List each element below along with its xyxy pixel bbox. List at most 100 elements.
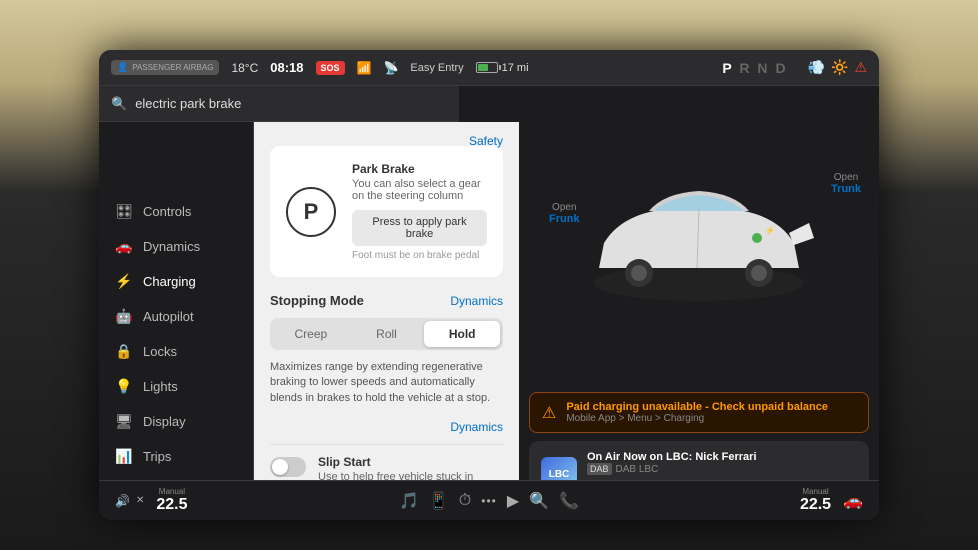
car-taskbar-icon[interactable]: 🚗	[843, 491, 863, 511]
locks-icon: 🔒	[115, 343, 133, 360]
battery-icon	[476, 62, 498, 73]
notification-description: Mobile App > Menu > Charging	[566, 413, 828, 424]
sidebar: 🎛 Controls 🚗 Dynamics ⚡ Charging 🤖 Autop…	[99, 122, 254, 516]
sidebar-item-lights[interactable]: 💡 Lights	[99, 369, 253, 404]
phone-taskbar-icon[interactable]: 📞	[559, 491, 579, 511]
toggle-knob	[272, 459, 288, 475]
icon-heat: 🔆	[831, 59, 848, 76]
stopping-mode-description: Maximizes range by extending regenerativ…	[270, 360, 503, 406]
easy-entry-label: Easy Entry	[410, 62, 463, 74]
slip-start-toggle[interactable]	[270, 457, 306, 477]
sidebar-item-charging[interactable]: ⚡ Charging	[99, 264, 253, 299]
park-brake-card: P Park Brake You can also select a gear …	[270, 146, 503, 277]
right-panel: Open Frunk Open Trunk	[519, 122, 879, 516]
bluetooth-icon: 📶	[357, 61, 372, 75]
park-icon-letter: P	[304, 199, 319, 225]
trunk-label: Trunk	[831, 183, 861, 195]
mode-hold[interactable]: Hold	[424, 321, 500, 347]
battery-fill	[478, 64, 489, 71]
search-input[interactable]	[135, 96, 447, 111]
taskbar-right: Manual 22.5 🚗	[595, 487, 863, 514]
dynamics-section-header: Dynamics	[270, 420, 503, 434]
slip-start-label: Slip Start	[318, 455, 503, 469]
music-title: On Air Now on LBC: Nick Ferrari	[587, 451, 857, 463]
sidebar-item-label-trips: Trips	[143, 449, 171, 464]
dynamics-link[interactable]: Dynamics	[450, 294, 503, 308]
mode-roll[interactable]: Roll	[349, 321, 425, 347]
park-brake-button[interactable]: Press to apply park brake	[352, 210, 487, 246]
main-screen: 👤 PASSENGER AIRBAG 18°C 08:18 SOS 📶 📡 Ea…	[99, 50, 879, 520]
park-brake-description: You can also select a gear on the steeri…	[352, 178, 487, 202]
safety-tag-link[interactable]: Safety	[469, 134, 503, 148]
volume-x: ✕	[136, 495, 144, 506]
mode-buttons: Creep Roll Hold	[270, 318, 503, 350]
dab-icon: DAB	[587, 463, 612, 475]
volume-control[interactable]: 🔊 ✕	[115, 494, 144, 508]
gear-r[interactable]: R	[739, 60, 751, 76]
car-svg: ⚡	[579, 183, 819, 323]
sidebar-item-label-dynamics: Dynamics	[143, 239, 200, 254]
display-icon: 🖥	[115, 413, 133, 430]
sidebar-item-label-locks: Locks	[143, 344, 177, 359]
music-taskbar-icon[interactable]: 🎵	[399, 491, 419, 511]
sidebar-item-controls[interactable]: 🎛 Controls	[99, 194, 253, 229]
taskbar-center: 🎵 📱 ⏱ ••• ▶ 🔍 📞	[399, 491, 579, 511]
taskbar: 🔊 ✕ Manual 22.5 🎵 📱 ⏱ ••• ▶ 🔍 📞 Manual 2…	[99, 480, 879, 520]
dynamics-link-2[interactable]: Dynamics	[450, 420, 503, 434]
passenger-airbag-icon: 👤	[117, 62, 128, 73]
right-temp-display[interactable]: Manual 22.5	[800, 487, 831, 514]
trips-icon: 📊	[115, 448, 133, 465]
volume-icon: 🔊	[115, 494, 130, 508]
sidebar-item-label-controls: Controls	[143, 204, 191, 219]
park-brake-icon: P	[286, 187, 336, 237]
icon-alert: ⚠	[854, 59, 867, 76]
gear-n[interactable]: N	[757, 60, 769, 76]
notification-title: Paid charging unavailable - Check unpaid…	[566, 401, 828, 413]
trunk-area[interactable]: Open Trunk	[831, 172, 861, 195]
icon-vent: 💨	[808, 59, 825, 76]
timer-taskbar-icon[interactable]: ⏱	[459, 492, 471, 510]
left-temp-label: Manual	[159, 487, 185, 496]
station-name: DAB LBC	[616, 464, 659, 475]
mode-creep[interactable]: Creep	[273, 321, 349, 347]
stopping-mode-title: Stopping Mode	[270, 293, 364, 308]
frunk-area[interactable]: Open Frunk	[549, 202, 580, 225]
left-temp-display[interactable]: Manual 22.5	[156, 487, 187, 514]
range-display: 17 mi	[502, 62, 529, 74]
park-brake-info: Park Brake You can also select a gear on…	[352, 162, 487, 261]
lights-icon: 💡	[115, 378, 133, 395]
passenger-airbag-badge: 👤 PASSENGER AIRBAG	[111, 60, 219, 75]
media-taskbar-icon[interactable]: ▶	[507, 491, 519, 511]
car-view: Open Frunk Open Trunk	[519, 122, 879, 384]
sidebar-item-display[interactable]: 🖥 Display	[99, 404, 253, 439]
svg-text:⚡: ⚡	[765, 225, 775, 235]
more-taskbar-icon[interactable]: •••	[481, 494, 497, 508]
trunk-open-label: Open	[831, 172, 861, 183]
camera-taskbar-icon[interactable]: 🔍	[529, 491, 549, 511]
sidebar-item-locks[interactable]: 🔒 Locks	[99, 334, 253, 369]
warning-icon: ⚠	[542, 403, 556, 423]
park-brake-title: Park Brake	[352, 162, 487, 176]
charging-icon: ⚡	[115, 273, 133, 290]
gear-p[interactable]: P	[722, 60, 733, 76]
sidebar-item-dynamics[interactable]: 🚗 Dynamics	[99, 229, 253, 264]
time-display: 08:18	[270, 60, 303, 75]
sidebar-item-label-charging: Charging	[143, 274, 196, 289]
right-temp-label: Manual	[802, 487, 828, 496]
search-bar[interactable]: 🔍	[99, 86, 459, 122]
sos-button[interactable]: SOS	[316, 61, 345, 75]
search-icon: 🔍	[111, 96, 127, 112]
controls-icon: 🎛	[115, 203, 133, 220]
content-panel: Safety P Park Brake You can also select …	[254, 122, 519, 516]
sidebar-item-label-display: Display	[143, 414, 186, 429]
sidebar-item-trips[interactable]: 📊 Trips	[99, 439, 253, 474]
notification-content: Paid charging unavailable - Check unpaid…	[566, 401, 828, 424]
charging-notification: ⚠ Paid charging unavailable - Check unpa…	[529, 392, 869, 433]
status-bar: 👤 PASSENGER AIRBAG 18°C 08:18 SOS 📶 📡 Ea…	[99, 50, 879, 86]
passenger-airbag-label: PASSENGER AIRBAG	[132, 63, 213, 72]
apps-taskbar-icon[interactable]: 📱	[429, 491, 449, 511]
sidebar-item-autopilot[interactable]: 🤖 Autopilot	[99, 299, 253, 334]
wifi-icon: 📡	[383, 61, 398, 75]
gear-d[interactable]: D	[775, 60, 787, 76]
frunk-label: Frunk	[549, 213, 580, 225]
